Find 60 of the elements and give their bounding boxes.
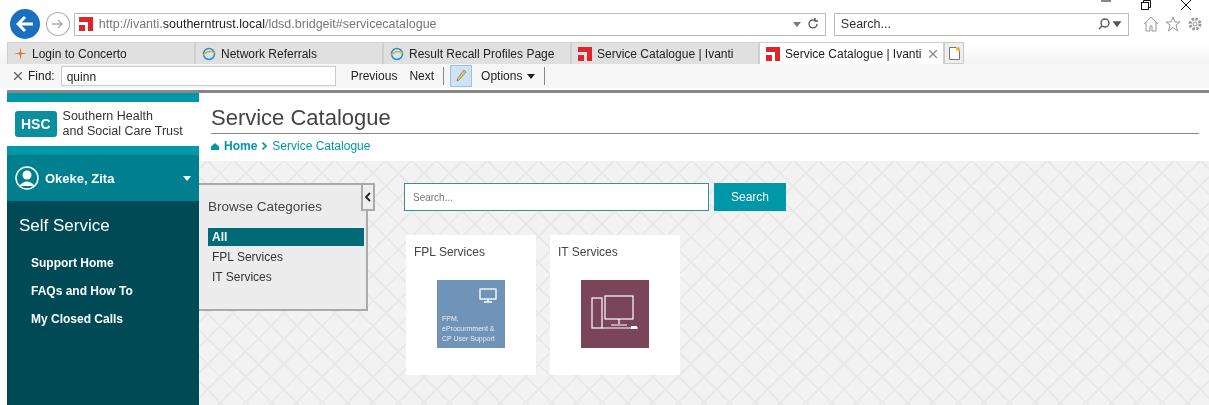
dropdown-icon[interactable] (792, 21, 801, 27)
settings-icon[interactable] (1187, 16, 1203, 32)
hsc-logo: HSC (15, 111, 57, 137)
search-field[interactable]: Search... (404, 183, 709, 211)
restore-icon[interactable] (1141, 0, 1151, 10)
find-label: Find: (28, 69, 55, 83)
caret-icon (183, 175, 191, 181)
nav-link[interactable]: FAQs and How To (7, 284, 199, 312)
search-icon[interactable] (1098, 18, 1122, 30)
tile-title: FPL Services (413, 244, 486, 261)
home-icon (211, 142, 219, 150)
next-button[interactable]: Next (406, 69, 438, 83)
category-item[interactable]: IT Services (208, 268, 364, 286)
monitor-icon (479, 288, 497, 303)
breadcrumb-link[interactable]: Service Catalogue (272, 139, 371, 153)
options-button[interactable]: Options (478, 69, 539, 83)
refresh-icon[interactable] (806, 18, 819, 30)
chevron-left-icon (365, 192, 371, 202)
nav-link[interactable]: Support Home (7, 256, 199, 284)
panel-title: Browse Categories (208, 199, 324, 214)
previous-button[interactable]: Previous (347, 69, 401, 83)
section-title: Self Service (18, 215, 111, 237)
chevron-icon (262, 142, 268, 150)
find-field[interactable]: quinn (60, 66, 336, 86)
search-field[interactable]: Search... (833, 12, 1129, 36)
page-title: Service Catalogue (211, 105, 1199, 134)
globe-icon (202, 46, 216, 61)
caret-icon (527, 73, 536, 79)
close-icon[interactable] (1181, 0, 1191, 10)
page-icon (948, 46, 960, 60)
category-item[interactable]: All (208, 228, 364, 246)
pencil-icon (455, 69, 468, 83)
browser-tab[interactable]: Login to Concerto (7, 42, 195, 64)
organization-name: Southern Health (62, 109, 154, 124)
avatar-icon (15, 166, 39, 190)
browser-tab[interactable]: Result Recall Profiles Page (383, 42, 571, 64)
logo-icon (78, 17, 93, 31)
service-tile[interactable]: IT Services (550, 235, 680, 375)
browser-tab[interactable]: Service Catalogue | Ivanti (571, 42, 759, 64)
globe-icon (390, 46, 404, 61)
new-tab-button[interactable] (944, 42, 964, 64)
search-button[interactable]: Search (714, 183, 786, 211)
logo-icon (578, 46, 592, 61)
address-bar[interactable]: http://ivanti.southerntrust.local/ldsd.bridgeit#servicecatalogue (73, 12, 826, 36)
tile-title: IT Services (557, 244, 619, 261)
arrow-left-icon (15, 16, 34, 32)
logo-icon (766, 46, 780, 61)
nav-link[interactable]: My Closed Calls (7, 312, 199, 340)
home-icon[interactable] (1143, 16, 1159, 32)
star-icon[interactable] (1165, 16, 1181, 32)
collapse-button[interactable] (361, 183, 375, 211)
star-icon (14, 47, 27, 60)
breadcrumb-link[interactable]: Home (224, 139, 258, 153)
highlight-button[interactable] (450, 65, 473, 87)
browser-tab[interactable]: Network Referrals (195, 42, 383, 64)
user-menu[interactable]: Okeke, Zita (7, 155, 199, 201)
category-item[interactable]: FPL Services (208, 248, 364, 266)
browser-tab[interactable]: Service Catalogue | Ivanti (759, 42, 944, 64)
arrow-right-icon (51, 19, 64, 29)
organization-name: and Social Care Trust (62, 124, 183, 139)
